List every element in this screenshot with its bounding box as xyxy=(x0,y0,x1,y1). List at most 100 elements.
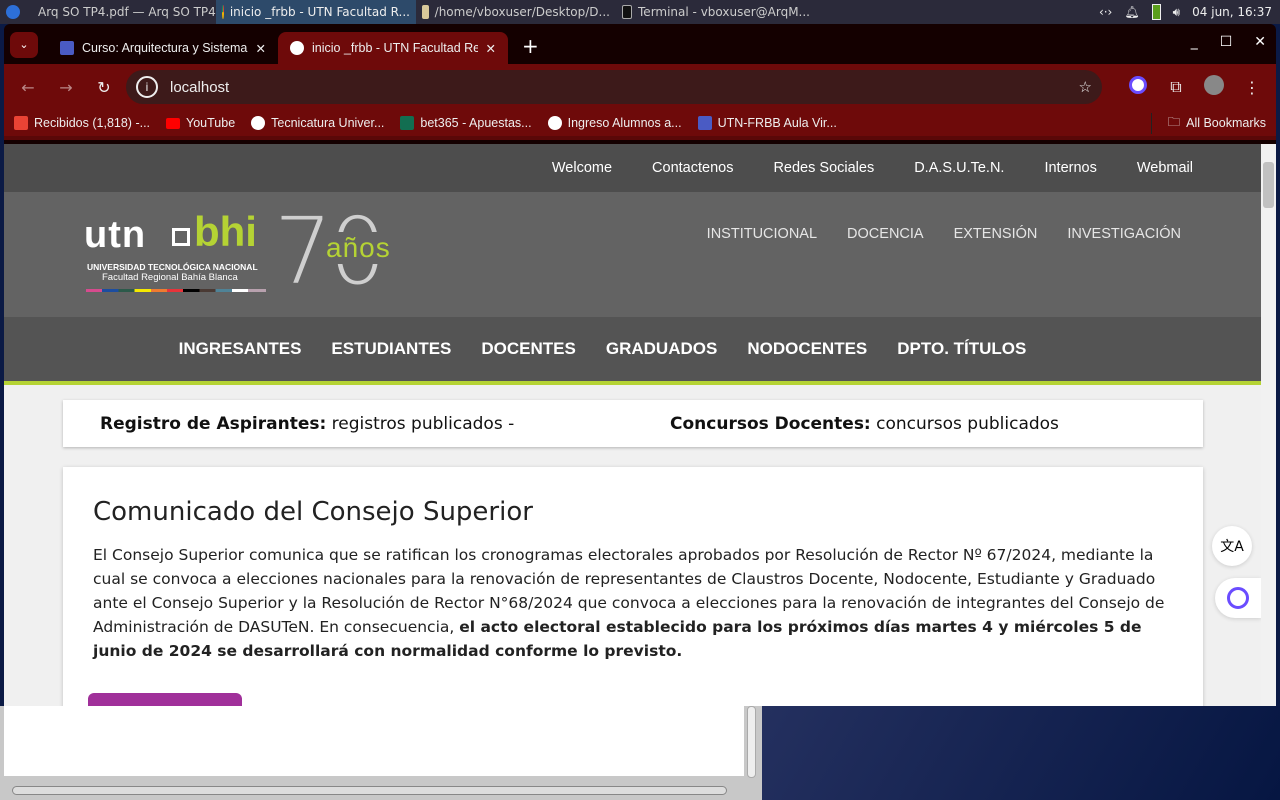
nav-investigacion[interactable]: INVESTIGACIÓN xyxy=(1067,226,1181,242)
close-tab-icon[interactable]: ✕ xyxy=(256,41,266,56)
taskbar-item-files[interactable]: /home/vboxuser/Desktop/D... xyxy=(416,0,616,24)
clock[interactable]: 04 jun, 16:37 xyxy=(1192,5,1272,19)
close-window-icon[interactable]: ✕ xyxy=(1254,34,1266,50)
taskbar-item-terminal[interactable]: Terminal - vboxuser@ArqM... xyxy=(616,0,816,24)
bookmark-label: bet365 - Apuestas... xyxy=(420,116,532,130)
translate-icon[interactable]: 文A xyxy=(1212,526,1252,566)
system-tray: ‹·› 🔔︎ 🔊︎ 04 jun, 16:37 xyxy=(1099,0,1272,24)
menu-graduados[interactable]: GRADUADOS xyxy=(606,339,717,359)
topnav-redes-sociales[interactable]: Redes Sociales xyxy=(773,160,874,176)
tab-curso[interactable]: Curso: Arquitectura y Sistema ✕ xyxy=(48,32,278,64)
folder-icon xyxy=(422,5,429,19)
bookmark-label: Tecnicatura Univer... xyxy=(271,116,385,130)
gmail-icon xyxy=(14,116,28,130)
web-page: Welcome Contactenos Redes Sociales D.A.S… xyxy=(4,144,1276,706)
notice-label: Concursos Docentes: xyxy=(670,413,871,434)
menu-dpto-titulos[interactable]: DPTO. TÍTULOS xyxy=(897,339,1026,359)
globe-icon xyxy=(547,116,562,130)
profile-avatar[interactable] xyxy=(1198,75,1230,99)
announcement-card: Comunicado del Consejo Superior El Conse… xyxy=(63,467,1203,706)
extensions-puzzle-icon[interactable]: ⧉ xyxy=(1160,77,1192,97)
site-info-icon[interactable]: i xyxy=(136,76,158,98)
bookmark-tecnicatura[interactable]: Tecnicatura Univer... xyxy=(251,116,384,130)
bookmark-label: All Bookmarks xyxy=(1186,116,1266,130)
bookmark-ingreso[interactable]: Ingreso Alumnos a... xyxy=(547,116,682,130)
nav-institucional[interactable]: INSTITUCIONAL xyxy=(707,226,817,242)
scrollbar-thumb[interactable] xyxy=(1263,162,1274,208)
window-content xyxy=(4,706,744,776)
taskbar-item-pdf[interactable]: Arq SO TP4.pdf — Arq SO TP4 xyxy=(26,0,216,24)
reload-icon[interactable]: ↻ xyxy=(88,78,120,97)
logo-anos-text: años xyxy=(324,232,393,264)
bookmark-gmail[interactable]: Recibidos (1,818) -... xyxy=(14,116,150,130)
topnav-webmail[interactable]: Webmail xyxy=(1137,160,1193,176)
extension-icon[interactable] xyxy=(1122,76,1154,98)
toolbar: ← → ↻ i localhost ☆ ⧉ ⋮ xyxy=(4,64,1276,110)
chrome-icon xyxy=(222,5,224,19)
terminal-icon xyxy=(622,5,633,19)
top-nav: Welcome Contactenos Redes Sociales D.A.S… xyxy=(4,144,1261,192)
nav-docencia[interactable]: DOCENCIA xyxy=(847,226,924,242)
desktop-background xyxy=(762,706,1280,800)
bet365-icon xyxy=(400,116,415,130)
utn-icon xyxy=(251,116,266,130)
forward-icon[interactable]: → xyxy=(50,78,82,97)
menu-estudiantes[interactable]: ESTUDIANTES xyxy=(331,339,451,359)
site-header: utn bhi UNIVERSIDAD TECNOLÓGICA NACIONAL… xyxy=(4,192,1261,317)
address-bar[interactable]: i localhost ☆ xyxy=(126,70,1102,104)
folder-icon: 🗀 xyxy=(1167,114,1181,129)
moodle-icon xyxy=(60,41,74,55)
tab-title: inicio _frbb - UTN Facultad Reg xyxy=(312,41,478,55)
logo-color-bar xyxy=(86,289,266,292)
menu-kebab-icon[interactable]: ⋮ xyxy=(1236,78,1268,97)
menu-ingresantes[interactable]: INGRESANTES xyxy=(179,339,302,359)
logo-utn-text: utn xyxy=(84,214,147,256)
concursos-docentes[interactable]: Concursos Docentes: concursos publicados xyxy=(670,414,1059,434)
registro-aspirantes[interactable]: Registro de Aspirantes: registros public… xyxy=(100,414,514,434)
institutional-nav: INSTITUCIONAL DOCENCIA EXTENSIÓN INVESTI… xyxy=(707,226,1181,242)
topnav-internos[interactable]: Internos xyxy=(1044,160,1096,176)
topnav-contactenos[interactable]: Contactenos xyxy=(652,160,733,176)
vertical-scrollbar[interactable] xyxy=(747,706,756,778)
app-menu-button[interactable] xyxy=(0,0,26,24)
nav-extension[interactable]: EXTENSIÓN xyxy=(954,226,1038,242)
topnav-dasuten[interactable]: D.A.S.U.Te.N. xyxy=(914,160,1004,176)
assistant-extension-icon[interactable] xyxy=(1215,578,1261,618)
menu-nodocentes[interactable]: NODOCENTES xyxy=(747,339,867,359)
tab-strip: ⌄ Curso: Arquitectura y Sistema ✕ inicio … xyxy=(4,24,1276,64)
url-text[interactable]: localhost xyxy=(170,79,1067,96)
card-title: Comunicado del Consejo Superior xyxy=(93,497,533,527)
utn-icon xyxy=(290,41,304,55)
back-icon[interactable]: ← xyxy=(12,78,44,97)
bookmark-star-icon[interactable]: ☆ xyxy=(1079,78,1092,96)
bookmark-aula-virtual[interactable]: UTN-FRBB Aula Vir... xyxy=(697,116,837,130)
taskbar-label: inicio _frbb - UTN Facultad R... xyxy=(229,5,410,19)
bookmark-youtube[interactable]: YouTube xyxy=(166,116,235,130)
volume-icon[interactable]: 🔊︎ xyxy=(1173,5,1181,20)
youtube-icon xyxy=(166,117,181,129)
read-more-button[interactable] xyxy=(88,693,242,706)
horizontal-scrollbar[interactable] xyxy=(12,786,727,795)
notice-text: registros publicados - xyxy=(326,413,515,434)
topnav-welcome[interactable]: Welcome xyxy=(552,160,612,176)
xfce-icon xyxy=(6,5,20,19)
utn-logo[interactable]: utn bhi UNIVERSIDAD TECNOLÓGICA NACIONAL… xyxy=(84,198,414,305)
new-tab-button[interactable]: + xyxy=(508,34,553,64)
tab-inicio-frbb[interactable]: inicio _frbb - UTN Facultad Reg ✕ xyxy=(278,32,508,64)
page-scrollbar[interactable] xyxy=(1261,144,1276,706)
minimize-icon[interactable]: _ xyxy=(1191,34,1198,50)
logo-bhi-text: bhi xyxy=(194,208,257,255)
taskbar-label: Terminal - vboxuser@ArqM... xyxy=(638,5,810,19)
maximize-icon[interactable]: ☐ xyxy=(1220,34,1233,50)
taskbar-item-chrome[interactable]: inicio _frbb - UTN Facultad R... xyxy=(216,0,416,24)
card-body: El Consejo Superior comunica que se rati… xyxy=(93,543,1173,663)
tab-search-button[interactable]: ⌄ xyxy=(10,32,38,58)
all-bookmarks[interactable]: 🗀 All Bookmarks xyxy=(1150,112,1266,134)
menu-docentes[interactable]: DOCENTES xyxy=(481,339,575,359)
network-icon[interactable]: ‹·› xyxy=(1099,5,1112,19)
close-tab-icon[interactable]: ✕ xyxy=(486,41,496,56)
battery-icon[interactable] xyxy=(1151,4,1161,20)
bookmark-bet365[interactable]: bet365 - Apuestas... xyxy=(400,116,532,130)
notification-bell-icon[interactable]: 🔔︎ xyxy=(1124,5,1139,19)
logo-line1: UNIVERSIDAD TECNOLÓGICA NACIONAL xyxy=(87,262,258,272)
